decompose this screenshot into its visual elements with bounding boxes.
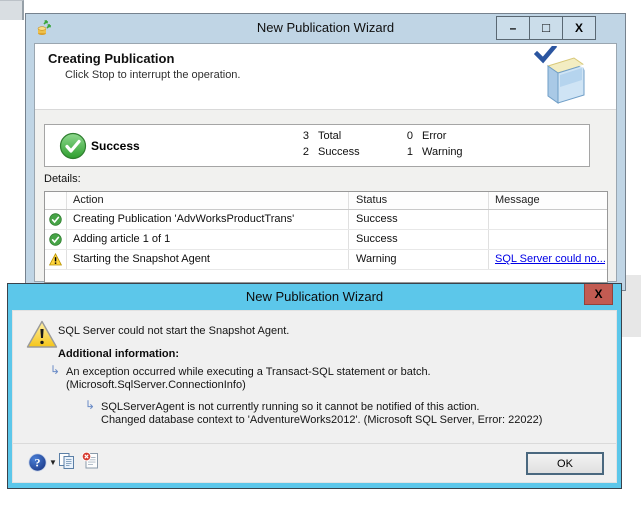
summary-status-label: Success: [91, 139, 140, 153]
dialog-error-message: SQL Server could not start the Snapshot …: [58, 325, 289, 337]
background-window-fragment-left: [0, 0, 24, 20]
column-header-status[interactable]: Status: [356, 194, 387, 206]
error-detail-item: ↳ SQLServerAgent is not currently runnin…: [101, 401, 542, 427]
branch-arrow-icon: ↳: [85, 399, 95, 412]
column-header-message[interactable]: Message: [495, 194, 540, 206]
page-title: Creating Publication: [48, 51, 174, 66]
row-action: Creating Publication 'AdvWorksProductTra…: [73, 213, 294, 225]
stat-success: 2Success: [297, 146, 360, 158]
help-button[interactable]: ?: [28, 453, 47, 472]
row-action: Starting the Snapshot Agent: [73, 253, 210, 265]
warning-row-icon: [49, 253, 62, 266]
dialog-titlebar[interactable]: New Publication Wizard X: [8, 284, 621, 310]
dialog-body: SQL Server could not start the Snapshot …: [12, 310, 617, 483]
svg-text:?: ?: [35, 456, 41, 470]
footer-separator: [13, 443, 616, 444]
maximize-button[interactable]: □: [529, 16, 563, 40]
branch-arrow-icon: ↳: [50, 364, 60, 377]
table-header: Action Status Message: [45, 192, 607, 210]
dialog-close-button[interactable]: X: [584, 284, 613, 305]
ok-button[interactable]: OK: [526, 452, 604, 475]
error-detail-line: An exception occurred while executing a …: [66, 366, 431, 379]
wizard-header: Creating Publication Click Stop to inter…: [35, 44, 616, 110]
warning-triangle-icon: [26, 320, 58, 349]
window-controls: – □ X: [497, 16, 596, 40]
row-status: Warning: [356, 253, 397, 265]
details-table: Action Status Message Creating Publicati…: [44, 191, 608, 283]
success-check-icon: [59, 132, 87, 160]
table-row[interactable]: Starting the Snapshot Agent Warning SQL …: [45, 250, 607, 270]
row-status: Success: [356, 233, 398, 245]
additional-information-label: Additional information:: [58, 348, 179, 360]
save-error-report-button[interactable]: [81, 451, 100, 470]
warning-message-link[interactable]: SQL Server could no...: [495, 253, 605, 265]
summary-panel: Success 3Total 2Success 0Error 1Warning: [44, 124, 590, 167]
copy-message-button[interactable]: [58, 452, 76, 470]
details-label: Details:: [44, 173, 81, 185]
success-row-icon: [49, 213, 62, 226]
page-subtitle: Click Stop to interrupt the operation.: [65, 69, 240, 81]
stat-total: 3Total: [297, 130, 341, 142]
help-dropdown-caret-icon[interactable]: ▼: [49, 458, 57, 467]
wizard-book-icon: [534, 46, 592, 106]
wizard-content: Creating Publication Click Stop to inter…: [34, 43, 617, 282]
error-detail-line: (Microsoft.SqlServer.ConnectionInfo): [66, 379, 431, 392]
desktop: New Publication Wizard – □ X Creating Pu…: [0, 0, 641, 505]
column-header-action[interactable]: Action: [73, 194, 104, 206]
error-detail-line: Changed database context to 'AdventureWo…: [101, 414, 542, 427]
error-dialog: New Publication Wizard X SQL Server coul…: [7, 283, 622, 489]
table-row[interactable]: Adding article 1 of 1 Success: [45, 230, 607, 250]
error-detail-line: SQLServerAgent is not currently running …: [101, 401, 542, 414]
error-detail-item: ↳ An exception occurred while executing …: [66, 366, 431, 392]
close-button[interactable]: X: [562, 16, 596, 40]
table-row[interactable]: Creating Publication 'AdvWorksProductTra…: [45, 210, 607, 230]
stat-error: 0Error: [401, 130, 446, 142]
row-status: Success: [356, 213, 398, 225]
dialog-title: New Publication Wizard: [8, 289, 621, 304]
wizard-body: Success 3Total 2Success 0Error 1Warning …: [35, 111, 616, 281]
wizard-window: New Publication Wizard – □ X Creating Pu…: [25, 13, 626, 291]
success-row-icon: [49, 233, 62, 246]
minimize-button[interactable]: –: [496, 16, 530, 40]
row-action: Adding article 1 of 1: [73, 233, 170, 245]
wizard-titlebar[interactable]: New Publication Wizard – □ X: [26, 14, 625, 43]
stat-warning: 1Warning: [401, 146, 463, 158]
